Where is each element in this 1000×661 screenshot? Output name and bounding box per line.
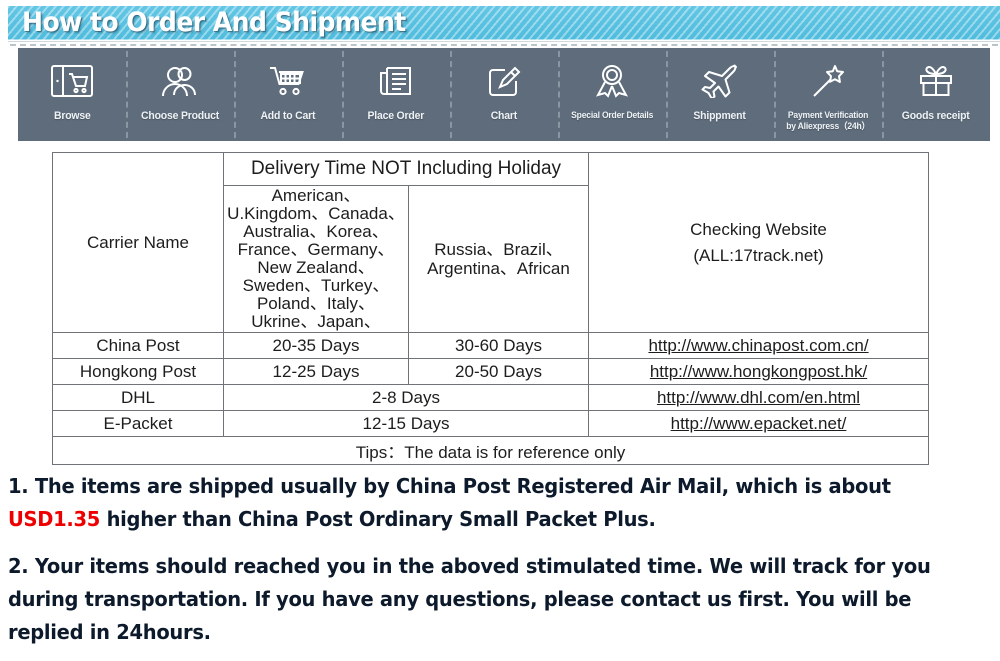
table-row: Hongkong Post 12-25 Days 20-50 Days http… <box>52 358 930 385</box>
step-choose-product[interactable]: Choose Product <box>126 48 234 141</box>
order-steps-bar: Browse Choose Product Add to Cart Place … <box>18 48 990 141</box>
carrier-cell: Hongkong Post <box>52 358 224 385</box>
user-group-icon <box>160 58 200 104</box>
tracking-url[interactable]: http://www.dhl.com/en.html <box>657 388 860 407</box>
tracking-website-cell[interactable]: http://www.chinapost.com.cn/ <box>588 332 930 359</box>
tracking-url[interactable]: http://www.chinapost.com.cn/ <box>648 336 868 355</box>
step-label: Browse <box>53 110 91 122</box>
note-2: 2. Your items should reached you in the … <box>8 554 931 644</box>
carrier-cell: DHL <box>52 384 224 411</box>
delivery-time-region2-cell: 30-60 Days <box>407 332 590 359</box>
checking-website-line-1: Checking Website <box>690 219 827 239</box>
shipping-info-table: Carrier Name Delivery Time NOT Including… <box>51 152 930 465</box>
step-label: Add to Cart <box>260 110 316 122</box>
step-browse[interactable]: Browse <box>18 48 126 141</box>
carrier-cell: China Post <box>52 332 224 359</box>
tracking-website-cell[interactable]: http://www.epacket.net/ <box>588 410 930 437</box>
table-row: China Post 20-35 Days 30-60 Days http://… <box>52 332 930 359</box>
header-region-group-1: American、U.Kingdom、Canada、Australia、Kore… <box>223 185 409 333</box>
gift-box-icon <box>917 58 955 104</box>
step-chart[interactable]: Chart <box>450 48 558 141</box>
table-row: DHL 2-8 Days http://www.dhl.com/en.html <box>52 384 930 411</box>
header-carrier-name: Carrier Name <box>52 152 224 333</box>
note-1: 1. The items are shipped usually by Chin… <box>8 470 934 536</box>
tips-text: Tips：The data is for reference only <box>51 436 930 465</box>
checking-website-line-2: (ALL:17track.net) <box>693 245 824 265</box>
step-label: Special Order Details <box>570 110 654 120</box>
delivery-time-region1-cell: 20-35 Days <box>223 332 409 359</box>
step-place-order[interactable]: Place Order <box>342 48 450 141</box>
step-label: Goods receipt <box>902 110 970 122</box>
page-banner: How to Order And Shipment <box>8 6 1000 40</box>
tracking-website-cell[interactable]: http://www.dhl.com/en.html <box>588 384 930 411</box>
document-lines-icon <box>378 58 414 104</box>
step-label: Chart <box>490 110 518 122</box>
magic-wand-star-icon <box>810 58 846 104</box>
delivery-time-region1-cell: 12-25 Days <box>223 358 409 385</box>
delivery-time-merged-cell: 2-8 Days <box>222 384 590 411</box>
banner-divider <box>8 41 1000 48</box>
table-header-row-1: Carrier Name Delivery Time NOT Including… <box>52 152 930 333</box>
step-goods-receipt[interactable]: Goods receipt <box>882 48 990 141</box>
table-tips-row: Tips：The data is for reference only <box>51 436 930 465</box>
browse-window-cart-icon <box>50 58 94 104</box>
step-label: Payment Verification by Aliexpress（24h） <box>786 110 870 131</box>
step-label: Place Order <box>367 110 425 122</box>
delivery-time-merged-cell: 12-15 Days <box>222 410 590 437</box>
header-delivery-time-group: Delivery Time NOT Including Holiday <box>222 152 590 186</box>
delivery-time-region2-cell: 20-50 Days <box>407 358 590 385</box>
pencil-square-icon <box>486 58 522 104</box>
tracking-url[interactable]: http://www.hongkongpost.hk/ <box>650 362 867 381</box>
award-ribbon-icon <box>593 58 631 104</box>
tracking-url[interactable]: http://www.epacket.net/ <box>671 414 847 433</box>
step-label: Shippment <box>693 110 747 122</box>
note-1-prefix: 1. The items are shipped usually by Chin… <box>8 474 891 498</box>
step-special-order-details[interactable]: Special Order Details <box>558 48 666 141</box>
step-shipment[interactable]: Shippment <box>666 48 774 141</box>
page-title: How to Order And Shipment <box>22 7 406 38</box>
note-1-suffix: higher than China Post Ordinary Small Pa… <box>100 507 656 531</box>
airplane-icon <box>700 58 740 104</box>
header-region-group-2: Russia、Brazil、Argentina、African <box>407 185 590 333</box>
step-payment-verification[interactable]: Payment Verification by Aliexpress（24h） <box>774 48 882 141</box>
step-label: Choose Product <box>140 110 220 122</box>
tracking-website-cell[interactable]: http://www.hongkongpost.hk/ <box>588 358 930 385</box>
table-row: E-Packet 12-15 Days http://www.epacket.n… <box>52 410 930 437</box>
header-checking-website: Checking Website (ALL:17track.net) <box>588 152 930 333</box>
step-add-to-cart[interactable]: Add to Cart <box>234 48 342 141</box>
carrier-cell: E-Packet <box>52 410 224 437</box>
note-1-price: USD1.35 <box>8 507 101 531</box>
shopping-cart-icon <box>267 58 309 104</box>
notes-section: 1. The items are shipped usually by Chin… <box>8 470 983 649</box>
